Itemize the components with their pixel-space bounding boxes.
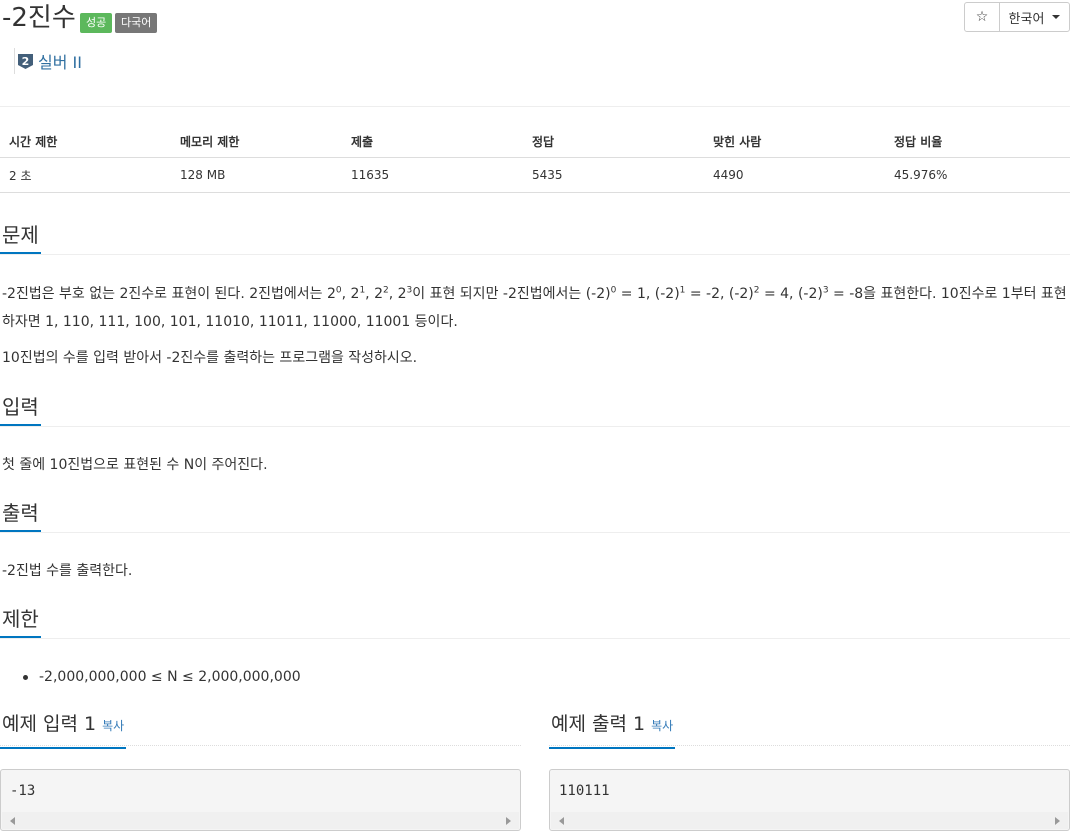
chevron-down-icon [1052, 15, 1061, 19]
scroll-right-icon[interactable] [506, 817, 511, 825]
output-description: -2진법 수를 출력한다. [2, 563, 133, 579]
sample-input-title-wrap: 예제 입력 1 복사 [0, 711, 127, 749]
sample-input-title: 예제 입력 1 [2, 713, 97, 735]
tier-shield-icon: 2 [18, 53, 33, 69]
description-paragraph-1: -2진법은 부호 없는 2진수로 표현이 된다. 2진법에서는 20, 21, … [2, 285, 1067, 330]
sample-output-title: 예제 출력 1 [551, 713, 646, 735]
section-title-input: 입력 [0, 394, 41, 426]
header-solvers: 맞힌 사람 [704, 125, 885, 158]
cell-solvers[interactable]: 4490 [704, 157, 885, 193]
favorite-button[interactable]: ☆ [964, 2, 1000, 32]
input-description: 첫 줄에 10진법으로 표현된 수 N이 주어진다. [2, 457, 268, 473]
cell-accept-rate: 45.976% [885, 157, 1070, 193]
section-title-limit: 제한 [0, 606, 41, 638]
language-dropdown[interactable]: 한국어 [999, 2, 1070, 32]
horizontal-scrollbar[interactable] [2, 812, 519, 829]
badge-multilanguage: 다국어 [115, 13, 158, 33]
sample-input-header: 예제 입력 1 복사 [0, 711, 521, 749]
tier-number: 2 [22, 55, 30, 68]
section-header-output: 출력 [0, 500, 1070, 533]
bullet-icon [23, 675, 28, 680]
tier-name: 실버 II [38, 53, 82, 72]
page-title: -2진수 [2, 3, 76, 33]
problem-info-table: 시간 제한 메모리 제한 제출 정답 맞힌 사람 정답 비율 2 초 128 M… [0, 125, 1070, 193]
header-accepted: 정답 [523, 125, 704, 158]
description-paragraph-2: 10진법의 수를 입력 받아서 -2진수를 출력하는 프로그램을 작성하시오. [2, 350, 418, 366]
section-header-limit: 제한 [0, 606, 1070, 639]
section-header-description: 문제 [0, 222, 1070, 255]
section-header-input: 입력 [0, 394, 1070, 427]
sample-input-content: -13 [10, 783, 36, 799]
divider [0, 106, 1070, 107]
status-badge-success: 성공 [80, 13, 113, 33]
language-label: 한국어 [1008, 11, 1045, 27]
sample-output-header: 예제 출력 1 복사 [549, 711, 1070, 749]
scroll-left-icon[interactable] [10, 817, 15, 825]
sample-output-box[interactable]: 110111 [549, 769, 1070, 831]
scroll-left-icon[interactable] [559, 817, 564, 825]
limit-item: -2,000,000,000 ≤ N ≤ 2,000,000,000 [39, 669, 301, 685]
scroll-right-icon[interactable] [1055, 817, 1060, 825]
sample-output-title-wrap: 예제 출력 1 복사 [549, 711, 676, 749]
cell-memory-limit: 128 MB [171, 157, 342, 193]
star-icon: ☆ [975, 9, 989, 25]
copy-sample-output-button[interactable]: 복사 [651, 719, 673, 733]
cell-submissions[interactable]: 11635 [342, 157, 523, 193]
header-accept-rate: 정답 비율 [885, 125, 1070, 158]
cell-accepted[interactable]: 5435 [523, 157, 704, 193]
section-title-description: 문제 [0, 222, 41, 254]
cell-time-limit: 2 초 [0, 157, 171, 193]
horizontal-scrollbar[interactable] [551, 812, 1068, 829]
section-title-output: 출력 [0, 500, 41, 532]
copy-sample-input-button[interactable]: 복사 [102, 719, 124, 733]
header-memory-limit: 메모리 제한 [171, 125, 342, 158]
header-submissions: 제출 [342, 125, 523, 158]
tier-badge[interactable]: 2 실버 II [14, 48, 82, 74]
table-header-row: 시간 제한 메모리 제한 제출 정답 맞힌 사람 정답 비율 [0, 125, 1070, 158]
table-row: 2 초 128 MB 11635 5435 4490 45.976% [0, 157, 1070, 193]
sample-output-content: 110111 [559, 783, 610, 799]
header-time-limit: 시간 제한 [0, 125, 171, 158]
sample-input-box[interactable]: -13 [0, 769, 521, 831]
